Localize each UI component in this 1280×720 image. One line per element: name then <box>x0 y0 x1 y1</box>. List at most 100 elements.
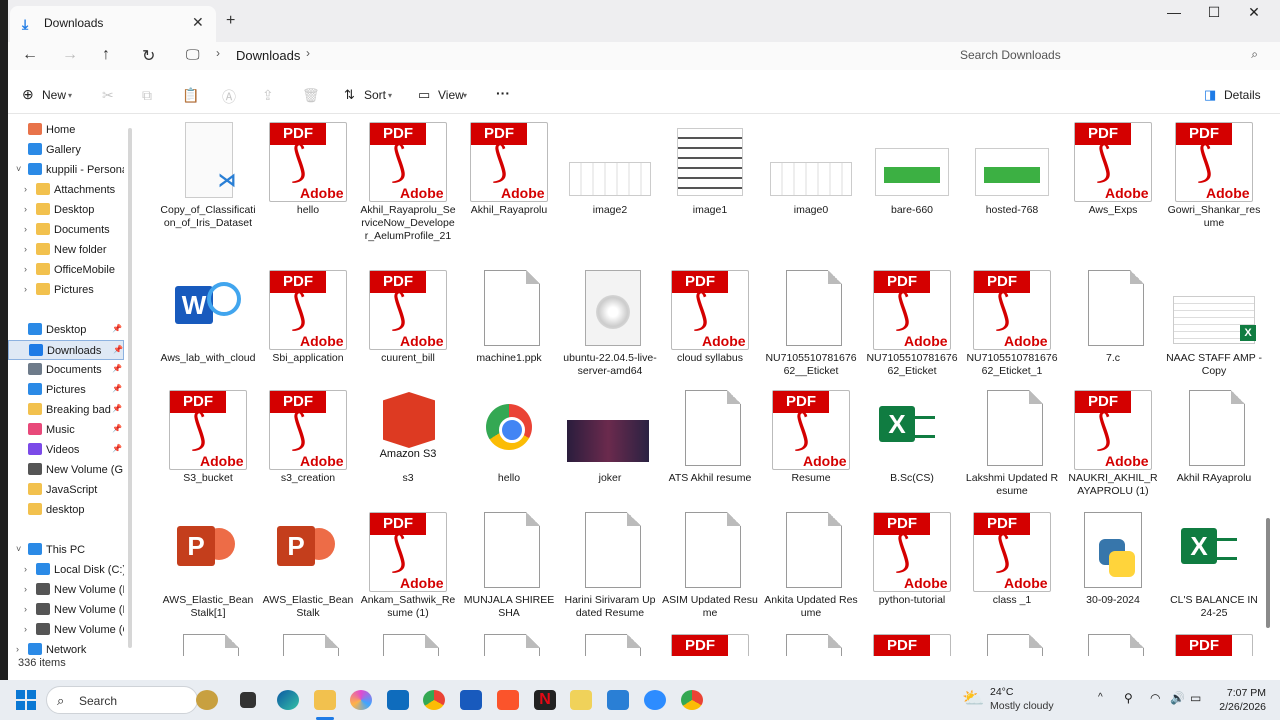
chevron-right-icon[interactable]: › <box>24 284 27 294</box>
file-item[interactable]: 30-09-2024 <box>1065 508 1161 607</box>
sidebar-item-officemobile[interactable]: › OfficeMobile <box>8 260 124 280</box>
sidebar-item-new-volume-f[interactable]: › New Volume (F:) <box>8 600 124 620</box>
file-item[interactable]: PDF ⟆ Adobe Ankam_Sathwik_Resume (1) <box>360 508 456 620</box>
chevron-down-icon[interactable]: ˅ <box>16 544 21 554</box>
word-icon[interactable] <box>460 690 482 710</box>
sidebar-item-new-volume-g[interactable]: › New Volume (G:) <box>8 620 124 640</box>
task-view-icon[interactable] <box>240 692 256 708</box>
search-input[interactable]: Search Downloads ⌕ <box>952 42 1268 68</box>
view-button[interactable]: View <box>438 88 464 102</box>
sidebar-item-gallery[interactable]: Gallery <box>8 140 124 160</box>
chevron-up-icon[interactable]: ^ <box>1098 692 1103 703</box>
chevron-right-icon[interactable]: › <box>306 46 310 60</box>
file-item[interactable]: Harini Sirivaram Updated Resume <box>562 508 658 620</box>
weather-temperature[interactable]: 24°C <box>990 686 1013 698</box>
sidebar-item-home[interactable]: Home <box>8 120 124 140</box>
pin-icon[interactable]: 📌 <box>112 364 122 373</box>
close-window-button[interactable]: ✕ <box>1234 4 1274 24</box>
file-item[interactable]: PDF⟆Adobe <box>864 630 960 656</box>
chevron-right-icon[interactable]: › <box>24 624 27 634</box>
pin-icon[interactable]: 📌 <box>112 444 122 453</box>
sort-button[interactable]: Sort <box>364 88 386 102</box>
file-item[interactable]: Lakshmi Updated Resume <box>964 386 1060 498</box>
file-item[interactable]: image0 <box>763 118 859 217</box>
chevron-right-icon[interactable]: › <box>24 244 27 254</box>
file-item[interactable]: joker <box>562 386 658 485</box>
breadcrumb-downloads[interactable]: Downloads <box>236 48 300 63</box>
brave-icon[interactable] <box>497 690 519 710</box>
chrome-profile-icon[interactable] <box>681 690 703 710</box>
sidebar-item-documents[interactable]: Documents 📌 <box>8 360 124 380</box>
file-item[interactable]: X CL'S BALANCE IN 24-25 <box>1166 508 1262 620</box>
sticky-notes-icon[interactable] <box>570 690 592 710</box>
sidebar-item-javascript[interactable]: JavaScript <box>8 480 124 500</box>
chevron-right-icon[interactable]: › <box>24 224 27 234</box>
sidebar-item-videos[interactable]: Videos 📌 <box>8 440 124 460</box>
refresh-icon[interactable]: ↻ <box>142 46 155 66</box>
file-item[interactable]: PDF ⟆ Adobe S3_bucket <box>160 386 256 485</box>
outlook-icon[interactable] <box>387 690 409 710</box>
vscode-icon[interactable] <box>607 690 629 710</box>
file-item[interactable]: PDF ⟆ Adobe NAUKRI_AKHIL_RAYAPROLU (1) <box>1065 386 1161 498</box>
file-item[interactable]: ⋊ Copy_of_Classification_of_Iris_Dataset <box>160 118 256 230</box>
up-arrow-icon[interactable]: ↑ <box>102 46 110 64</box>
chevron-down-icon[interactable]: ˅ <box>16 164 21 174</box>
file-item[interactable]: PDF ⟆ Adobe cloud syllabus <box>662 266 758 365</box>
network-icon[interactable]: ⚲ <box>1124 691 1133 705</box>
file-item[interactable]: 7.c <box>1065 266 1161 365</box>
sidebar-item-music[interactable]: Music 📌 <box>8 420 124 440</box>
volume-icon[interactable]: 🔊 <box>1170 691 1185 705</box>
sidebar-item-new-volume-e[interactable]: › New Volume (E:) <box>8 580 124 600</box>
chevron-down-icon[interactable]: ▾ <box>463 91 467 100</box>
file-item[interactable]: PDF ⟆ Adobe Resume <box>763 386 859 485</box>
chevron-down-icon[interactable]: ▾ <box>68 91 72 100</box>
file-item[interactable]: bare-660 <box>864 118 960 217</box>
file-item[interactable]: PDF ⟆ Adobe class _1 <box>964 508 1060 607</box>
widget-icon[interactable] <box>196 690 218 710</box>
file-item[interactable]: W Aws_lab_with_cloud <box>160 266 256 365</box>
sidebar-item-desktop[interactable]: › Desktop <box>8 200 124 220</box>
windows-start-icon[interactable] <box>16 690 36 710</box>
file-item[interactable]: PDF ⟆ Adobe python-tutorial <box>864 508 960 607</box>
paste-icon[interactable]: 📋 <box>182 87 199 104</box>
chevron-right-icon[interactable]: › <box>24 184 27 194</box>
maximize-button[interactable]: ☐ <box>1194 4 1234 24</box>
file-item[interactable]: PDF⟆Adobe <box>1166 630 1262 656</box>
sidebar-item-kuppili-personal[interactable]: ˅ kuppili - Personal <box>8 160 124 180</box>
weather-cloud-icon[interactable]: ⛅ <box>962 688 984 709</box>
sidebar-item-new-folder[interactable]: › New folder <box>8 240 124 260</box>
tab-downloads[interactable]: ⤓ Downloads ✕ <box>10 6 216 42</box>
chevron-right-icon[interactable]: › <box>24 264 27 274</box>
file-item[interactable] <box>562 630 658 656</box>
chevron-down-icon[interactable]: ▾ <box>388 91 392 100</box>
new-tab-button[interactable]: + <box>226 12 235 30</box>
file-item[interactable]: P AWS_Elastic_BeanStalk <box>260 508 356 620</box>
file-item[interactable] <box>360 630 456 656</box>
sidebar-scrollbar[interactable] <box>128 128 132 648</box>
file-item[interactable]: image2 <box>562 118 658 217</box>
file-item[interactable]: MUNJALA SHIREESHA <box>461 508 557 620</box>
sidebar-item-breaking-bad[interactable]: Breaking bad 📌 <box>8 400 124 420</box>
file-item[interactable] <box>461 630 557 656</box>
file-item[interactable]: PDF ⟆ Adobe Gowri_Shankar_resume <box>1166 118 1262 230</box>
file-item[interactable]: PDF ⟆ Adobe NU710551078167662_Eticket_1 <box>964 266 1060 378</box>
pin-icon[interactable]: 📌 <box>112 424 122 433</box>
share-icon[interactable]: ⇪ <box>262 87 274 104</box>
edge-icon[interactable] <box>277 690 299 710</box>
chevron-right-icon[interactable]: › <box>24 564 27 574</box>
file-item[interactable]: Ankita Updated Resume <box>763 508 859 620</box>
file-item[interactable]: hello <box>461 386 557 485</box>
file-item[interactable]: Amazon S3 s3 <box>360 386 456 485</box>
details-button[interactable]: Details <box>1224 88 1261 102</box>
file-item[interactable]: X B.Sc(CS) <box>864 386 960 485</box>
chevron-right-icon[interactable]: › <box>16 644 19 654</box>
copilot-icon[interactable] <box>350 690 372 710</box>
chevron-right-icon[interactable]: › <box>216 46 220 60</box>
minimize-button[interactable]: — <box>1154 4 1194 24</box>
file-item[interactable] <box>964 630 1060 656</box>
chevron-right-icon[interactable]: › <box>24 584 27 594</box>
pin-icon[interactable]: 📌 <box>112 404 122 413</box>
file-item[interactable]: ubuntu-22.04.5-live-server-amd64 <box>562 266 658 378</box>
battery-icon[interactable]: ▭ <box>1190 691 1201 705</box>
chevron-right-icon[interactable]: › <box>24 204 27 214</box>
